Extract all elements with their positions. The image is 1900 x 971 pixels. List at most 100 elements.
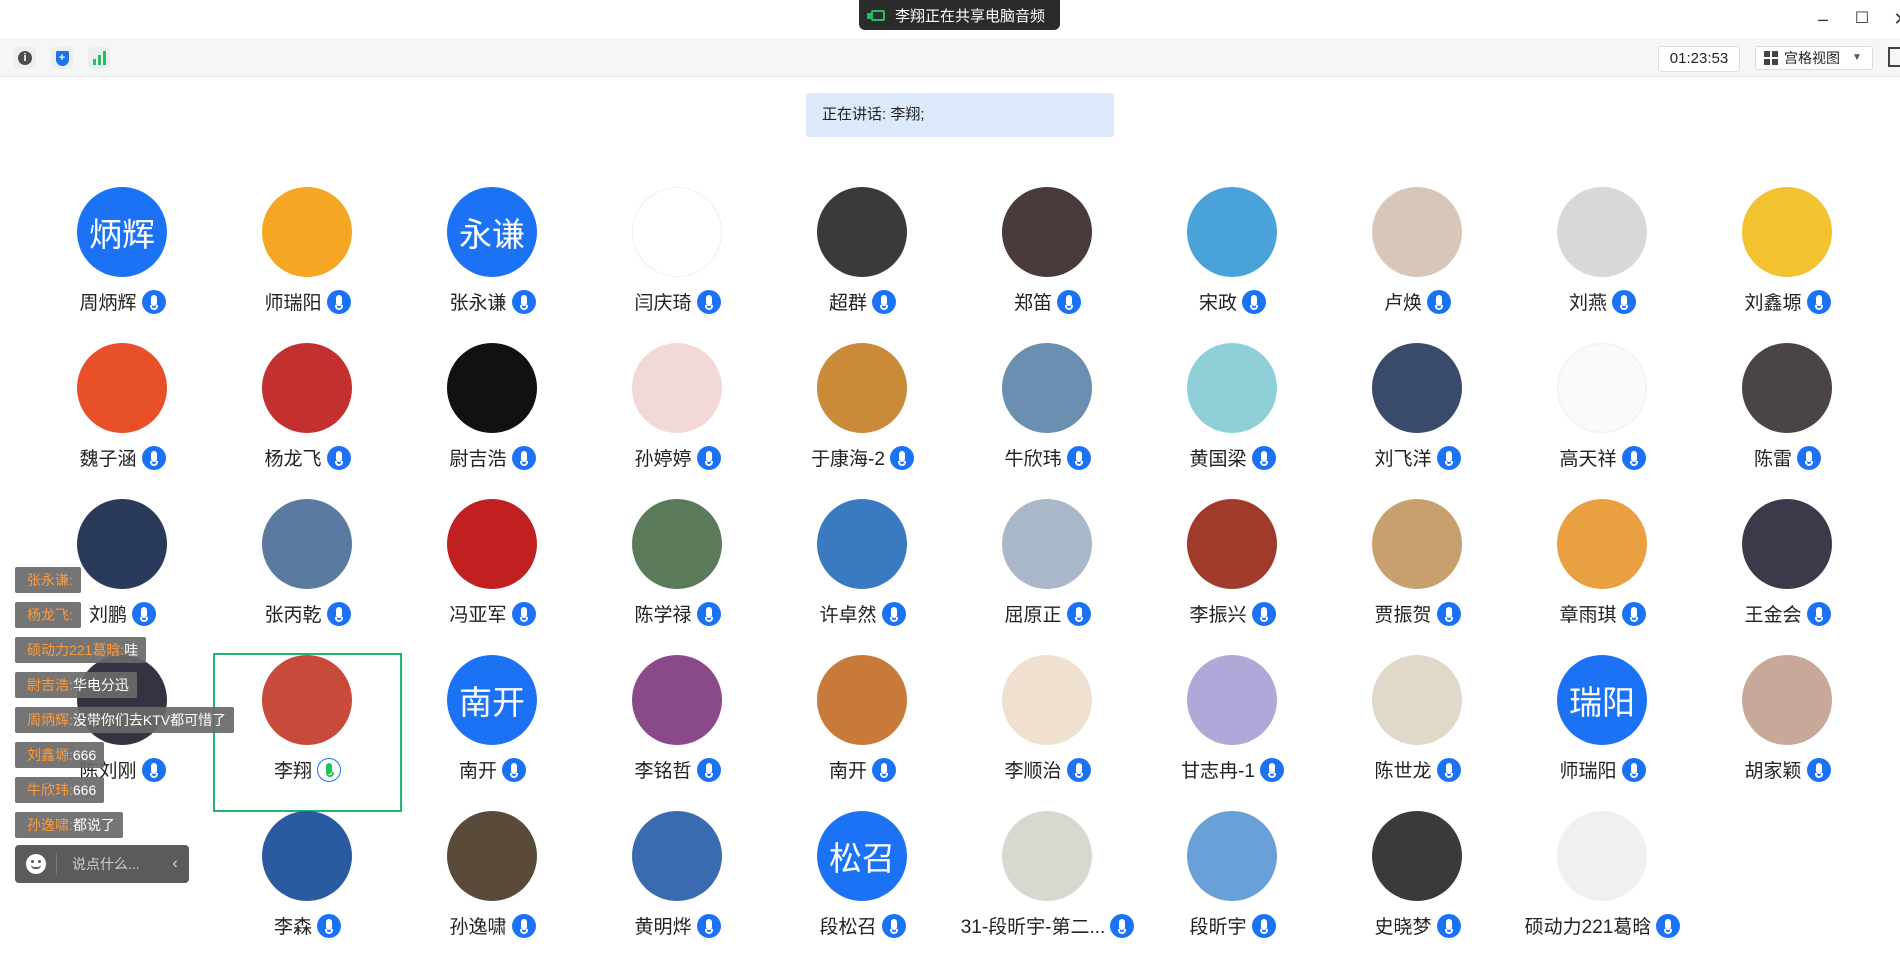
chat-text: 都说了 [72, 817, 115, 833]
participant-tile[interactable]: 超群 [770, 187, 955, 342]
participant-tile[interactable]: 孙逸啸 [400, 811, 585, 966]
mic-icon [511, 289, 536, 314]
chat-input-bar[interactable]: 说点什么... ‹ [15, 845, 189, 883]
participant-tile[interactable]: 卢焕 [1325, 187, 1510, 342]
participant-tile[interactable]: 魏子涵 [30, 343, 215, 498]
emoji-icon[interactable] [26, 854, 46, 874]
participant-avatar: 瑞阳 [1557, 655, 1647, 745]
fullscreen-icon[interactable] [1888, 47, 1900, 67]
participant-name: 孙逸啸 [449, 917, 507, 938]
participant-name-row: 章雨琪 [1510, 600, 1695, 627]
participant-name: 刘飞洋 [1374, 449, 1432, 470]
mic-icon [326, 289, 351, 314]
audio-share-notice: 李翔正在共享电脑音频 [859, 0, 1060, 30]
participant-tile[interactable]: 许卓然 [770, 499, 955, 654]
participant-tile[interactable]: 王金会 [1695, 499, 1880, 654]
participant-name-row: 贾振贺 [1325, 600, 1510, 627]
chevron-down-icon: ▼ [1852, 52, 1862, 63]
participant-tile[interactable]: 松召 段松召 [770, 811, 955, 966]
maximize-button[interactable]: ☐ [1851, 8, 1873, 30]
participant-tile[interactable]: 李铭哲 [585, 655, 770, 810]
participant-tile[interactable]: 刘鑫塬 [1695, 187, 1880, 342]
participant-name: 陈雷 [1753, 449, 1792, 470]
mic-icon [1656, 913, 1681, 938]
participant-name: 贾振贺 [1374, 605, 1432, 626]
participant-tile[interactable]: 甘志冉-1 [1140, 655, 1325, 810]
meeting-info-button[interactable]: i [14, 47, 36, 69]
participant-name: 李森 [273, 917, 312, 938]
participant-tile[interactable]: 宋政 [1140, 187, 1325, 342]
view-mode-dropdown[interactable]: 宫格视图 ▼ [1755, 46, 1873, 70]
participant-tile[interactable]: 李森 [215, 811, 400, 966]
participant-tile[interactable]: 黄明烨 [585, 811, 770, 966]
mic-icon [1806, 601, 1831, 626]
title-bar: 李翔正在共享电脑音频 – ☐ ✕ [0, 0, 1900, 38]
participant-name-row: 李翔 [215, 756, 400, 783]
participant-tile[interactable]: 冯亚军 [400, 499, 585, 654]
participant-tile[interactable]: 闫庆琦 [585, 187, 770, 342]
participant-tile[interactable]: 硕动力221葛晗 [1510, 811, 1695, 966]
participant-tile[interactable]: 章雨琪 [1510, 499, 1695, 654]
participant-tile[interactable]: 尉吉浩 [400, 343, 585, 498]
participant-tile[interactable]: 师瑞阳 [215, 187, 400, 342]
participant-tile[interactable]: 郑笛 [955, 187, 1140, 342]
participant-tile[interactable]: 炳辉 周炳辉 [30, 187, 215, 342]
chat-message: 周炳辉:没带你们去KTV都可惜了 [15, 707, 235, 733]
chat-sender: 刘鑫塬: [27, 747, 73, 763]
participant-tile[interactable]: 李顺治 [955, 655, 1140, 810]
network-signal-icon[interactable] [88, 47, 110, 69]
mic-icon [1621, 757, 1646, 782]
security-button[interactable]: + [51, 47, 73, 69]
participant-tile[interactable]: 贾振贺 [1325, 499, 1510, 654]
participant-tile[interactable]: 刘飞洋 [1325, 343, 1510, 498]
participant-name: 陈世龙 [1374, 761, 1432, 782]
participant-tile[interactable]: 于康海-2 [770, 343, 955, 498]
participant-avatar [1557, 343, 1647, 433]
participant-tile[interactable]: 杨龙飞 [215, 343, 400, 498]
participant-name-row: 刘鑫塬 [1695, 288, 1880, 315]
participant-name: 刘燕 [1568, 293, 1607, 314]
participant-name: 尉吉浩 [449, 449, 507, 470]
participant-tile[interactable]: 段昕宇 [1140, 811, 1325, 966]
participant-tile[interactable]: 牛欣玮 [955, 343, 1140, 498]
participant-tile[interactable]: 瑞阳 师瑞阳 [1510, 655, 1695, 810]
mic-icon [1436, 913, 1461, 938]
participant-tile[interactable]: 陈雷 [1695, 343, 1880, 498]
participant-tile[interactable]: 陈学禄 [585, 499, 770, 654]
participant-tile[interactable]: 永谦 张永谦 [400, 187, 585, 342]
participant-name: 卢焕 [1383, 293, 1422, 314]
participant-tile[interactable]: 张丙乾 [215, 499, 400, 654]
participant-name: 南开 [828, 761, 867, 782]
participant-name-row: 卢焕 [1325, 288, 1510, 315]
mic-speaking-icon [317, 757, 341, 782]
participant-name-row: 31-段昕宇-第二... [955, 912, 1140, 939]
participant-name: 牛欣玮 [1004, 449, 1062, 470]
participant-tile[interactable]: 孙婷婷 [585, 343, 770, 498]
participant-avatar [1557, 499, 1647, 589]
participant-tile[interactable]: 李翔 [213, 653, 402, 812]
participant-tile[interactable]: 陈世龙 [1325, 655, 1510, 810]
participant-name: 陈学禄 [634, 605, 692, 626]
participant-tile[interactable]: 胡家颖 [1695, 655, 1880, 810]
participant-avatar [1002, 343, 1092, 433]
participant-name: 冯亚军 [449, 605, 507, 626]
participant-name: 杨龙飞 [264, 449, 322, 470]
collapse-chat-icon[interactable]: ‹ [161, 855, 189, 873]
participant-tile[interactable]: 南开 [770, 655, 955, 810]
participant-tile[interactable]: 高天祥 [1510, 343, 1695, 498]
close-button[interactable]: ✕ [1890, 8, 1900, 30]
participant-name-row: 黄国梁 [1140, 444, 1325, 471]
participant-tile[interactable]: 31-段昕宇-第二... [955, 811, 1140, 966]
participant-tile[interactable]: 屈原正 [955, 499, 1140, 654]
minimize-button[interactable]: – [1812, 8, 1834, 30]
participant-tile[interactable]: 南开 南开 [400, 655, 585, 810]
participant-tile[interactable]: 刘燕 [1510, 187, 1695, 342]
participant-tile[interactable]: 史晓梦 [1325, 811, 1510, 966]
participant-name-row: 刘燕 [1510, 288, 1695, 315]
participant-tile[interactable]: 李振兴 [1140, 499, 1325, 654]
mic-icon [1436, 757, 1461, 782]
participant-avatar [1372, 655, 1462, 745]
mic-icon [132, 601, 156, 626]
chat-input-placeholder[interactable]: 说点什么... [72, 854, 161, 874]
participant-tile[interactable]: 黄国梁 [1140, 343, 1325, 498]
